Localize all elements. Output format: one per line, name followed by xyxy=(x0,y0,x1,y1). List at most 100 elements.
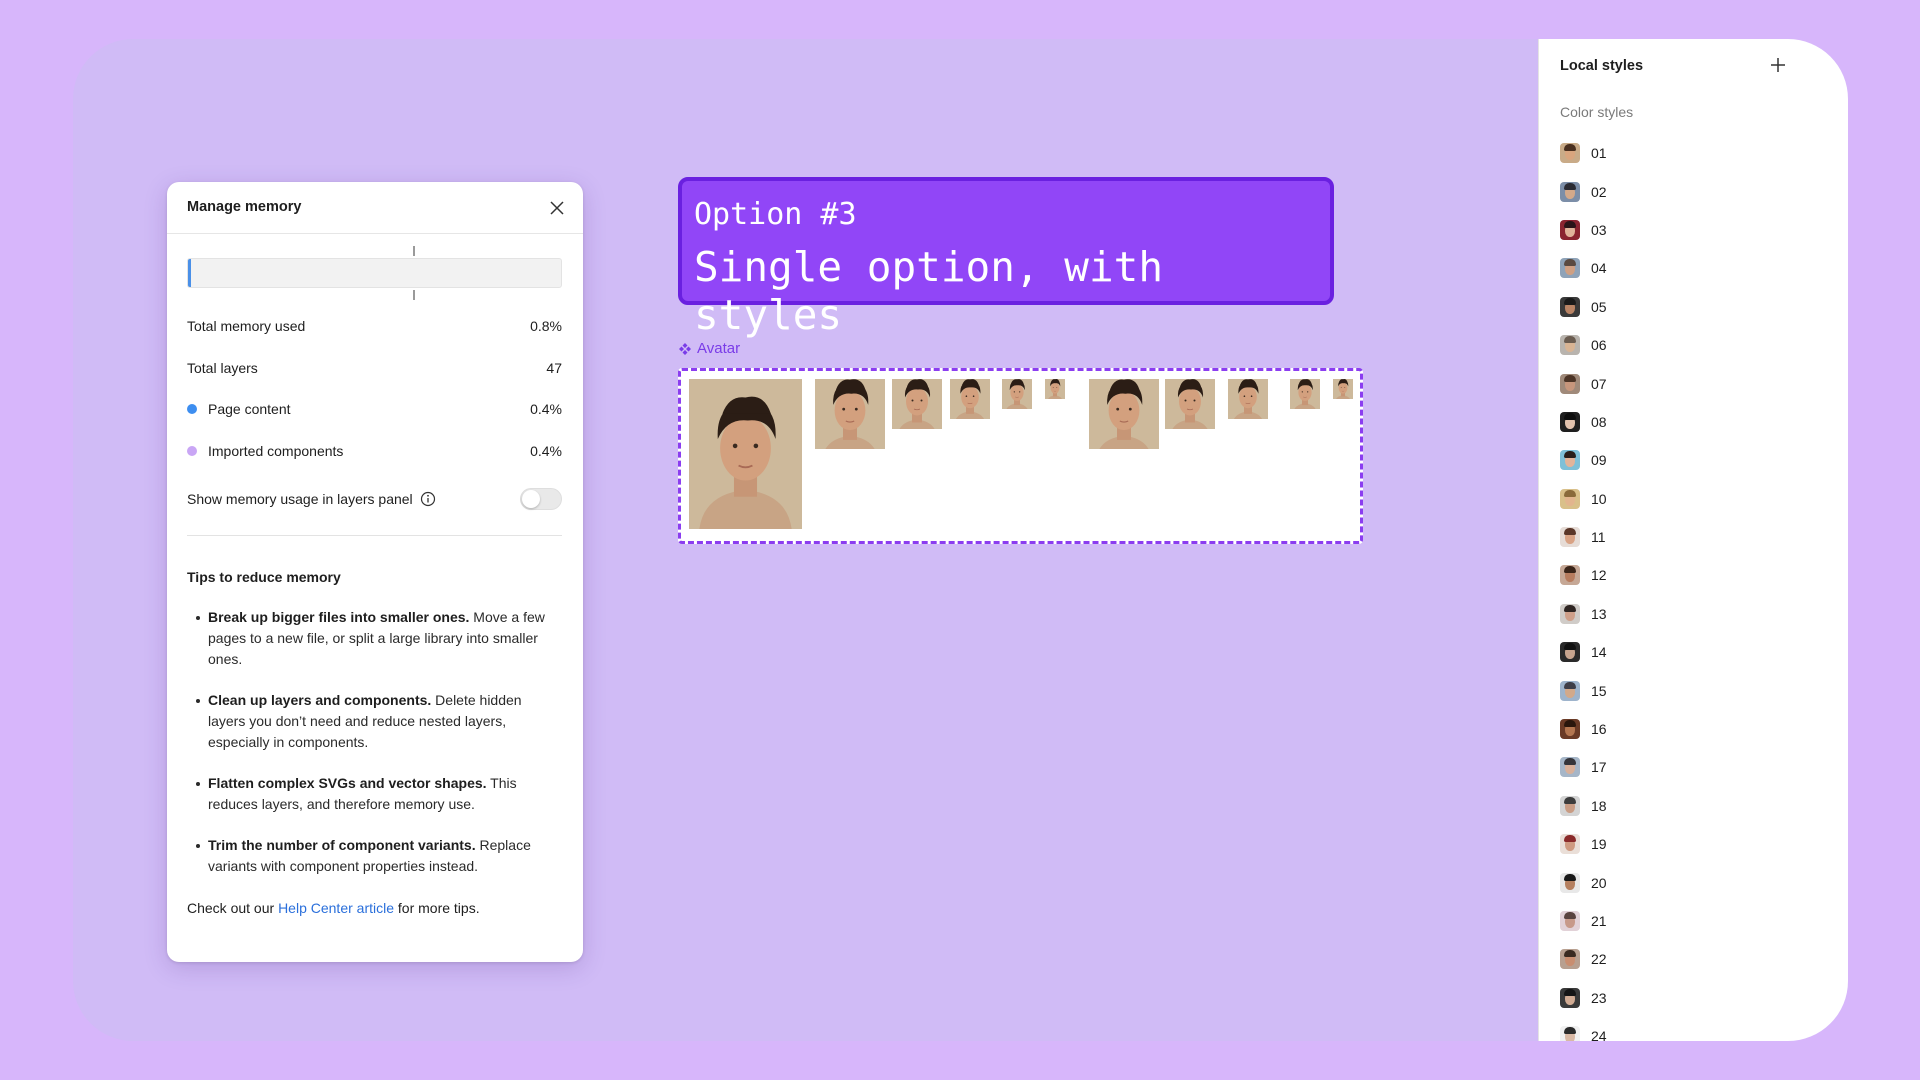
color-style-item[interactable]: 22 xyxy=(1560,940,1820,978)
add-style-icon[interactable] xyxy=(1766,53,1790,77)
color-style-item[interactable]: 06 xyxy=(1560,326,1820,364)
color-style-label: 19 xyxy=(1591,836,1607,853)
banner-title: Single option, with styles xyxy=(694,243,1163,339)
help-center-link[interactable]: Help Center article xyxy=(278,900,394,916)
color-style-item[interactable]: 10 xyxy=(1560,480,1820,518)
tip-heading: Trim the number of component variants. xyxy=(208,837,476,853)
color-style-label: 05 xyxy=(1591,298,1607,315)
color-style-item[interactable]: 01 xyxy=(1560,134,1820,172)
memory-usage-toggle[interactable] xyxy=(520,488,562,510)
avatar-image[interactable] xyxy=(1290,379,1320,409)
color-style-item[interactable]: 24 xyxy=(1560,1017,1820,1041)
tip-item: Clean up layers and components. Delete h… xyxy=(187,690,562,753)
color-style-label: 07 xyxy=(1591,375,1607,392)
color-style-item[interactable]: 12 xyxy=(1560,556,1820,594)
color-style-item[interactable]: 03 xyxy=(1560,211,1820,249)
color-styles-list: 01 02 03 04 05 06 07 08 09 10 11 12 13 14 15 16 17 18 19 20… xyxy=(1560,134,1820,1041)
color-style-label: 18 xyxy=(1591,797,1607,814)
color-style-swatch xyxy=(1560,527,1580,548)
avatar-image[interactable] xyxy=(689,379,802,529)
component-name: Avatar xyxy=(697,340,741,357)
color-style-item[interactable]: 02 xyxy=(1560,172,1820,210)
color-style-swatch xyxy=(1560,911,1580,931)
component-label[interactable]: Avatar xyxy=(678,340,740,357)
page-content-dot xyxy=(187,404,197,414)
color-style-swatch xyxy=(1560,143,1580,164)
panel-title: Local styles xyxy=(1560,58,1644,74)
total-memory-row: Total memory used 0.8% xyxy=(187,316,562,336)
color-style-label: 15 xyxy=(1591,682,1607,699)
color-style-swatch xyxy=(1560,258,1580,279)
page-content-label: Page content xyxy=(208,401,291,417)
color-style-item[interactable]: 08 xyxy=(1560,403,1820,441)
memory-bar-fill xyxy=(188,259,191,287)
color-style-label: 20 xyxy=(1591,874,1607,891)
footer-suffix: for more tips. xyxy=(394,900,480,916)
avatar-image[interactable] xyxy=(892,379,942,429)
color-style-item[interactable]: 05 xyxy=(1560,288,1820,326)
tip-item: Flatten complex SVGs and vector shapes. … xyxy=(187,773,562,815)
tips-list: Break up bigger files into smaller ones.… xyxy=(187,607,562,897)
imported-components-row: Imported components 0.4% xyxy=(187,441,562,461)
color-style-swatch xyxy=(1560,795,1580,816)
color-style-label: 10 xyxy=(1591,490,1607,507)
color-style-swatch xyxy=(1560,680,1580,701)
info-icon[interactable] xyxy=(420,491,436,507)
color-style-label: 23 xyxy=(1591,989,1607,1006)
page-content-row: Page content 0.4% xyxy=(187,399,562,419)
avatar-image[interactable] xyxy=(1165,379,1215,429)
color-style-label: 01 xyxy=(1591,145,1607,162)
avatar-component-frame[interactable] xyxy=(678,368,1363,544)
color-style-swatch xyxy=(1560,1026,1580,1041)
tip-item: Trim the number of component variants. R… xyxy=(187,835,562,877)
color-style-swatch xyxy=(1560,719,1580,740)
avatar-image[interactable] xyxy=(1002,379,1032,409)
toggle-label: Show memory usage in layers panel xyxy=(187,491,413,507)
total-layers-value: 47 xyxy=(546,360,562,376)
dialog-title: Manage memory xyxy=(187,199,302,215)
color-style-swatch xyxy=(1560,834,1580,855)
color-styles-heading: Color styles xyxy=(1560,104,1634,120)
color-style-item[interactable]: 14 xyxy=(1560,633,1820,671)
color-style-label: 09 xyxy=(1591,452,1607,469)
color-style-swatch xyxy=(1560,296,1580,317)
avatar-image[interactable] xyxy=(815,379,885,449)
avatar-image[interactable] xyxy=(950,379,990,419)
color-style-item[interactable]: 11 xyxy=(1560,518,1820,556)
color-style-label: 22 xyxy=(1591,951,1607,968)
close-icon[interactable] xyxy=(545,196,569,220)
help-footer: Check out our Help Center article for mo… xyxy=(187,900,480,916)
color-style-swatch xyxy=(1560,987,1580,1008)
dialog-header: Manage memory xyxy=(167,182,583,234)
color-style-swatch xyxy=(1560,488,1580,509)
color-style-item[interactable]: 15 xyxy=(1560,671,1820,709)
color-style-item[interactable]: 21 xyxy=(1560,902,1820,940)
color-style-item[interactable]: 23 xyxy=(1560,979,1820,1017)
total-layers-row: Total layers 47 xyxy=(187,358,562,378)
color-style-item[interactable]: 19 xyxy=(1560,825,1820,863)
tip-heading: Flatten complex SVGs and vector shapes. xyxy=(208,775,487,791)
color-style-item[interactable]: 16 xyxy=(1560,710,1820,748)
tip-heading: Clean up layers and components. xyxy=(208,692,432,708)
color-style-item[interactable]: 07 xyxy=(1560,364,1820,402)
toggle-knob xyxy=(522,490,540,508)
avatar-image[interactable] xyxy=(1089,379,1159,449)
color-style-item[interactable]: 13 xyxy=(1560,595,1820,633)
color-style-swatch xyxy=(1560,757,1580,778)
color-style-item[interactable]: 18 xyxy=(1560,787,1820,825)
avatar-image[interactable] xyxy=(1045,379,1065,399)
footer-prefix: Check out our xyxy=(187,900,279,916)
avatar-image[interactable] xyxy=(1228,379,1268,419)
tips-title: Tips to reduce memory xyxy=(187,569,341,585)
color-style-swatch xyxy=(1560,642,1580,663)
color-style-label: 16 xyxy=(1591,721,1607,738)
color-style-item[interactable]: 04 xyxy=(1560,249,1820,287)
avatar-image[interactable] xyxy=(1333,379,1353,399)
color-style-item[interactable]: 09 xyxy=(1560,441,1820,479)
color-style-label: 13 xyxy=(1591,605,1607,622)
color-style-item[interactable]: 17 xyxy=(1560,748,1820,786)
color-style-item[interactable]: 20 xyxy=(1560,863,1820,901)
component-icon xyxy=(679,342,691,355)
option-banner[interactable]: Option #3 Single option, with styles xyxy=(678,177,1334,339)
memory-limit-tick-top xyxy=(413,246,415,256)
